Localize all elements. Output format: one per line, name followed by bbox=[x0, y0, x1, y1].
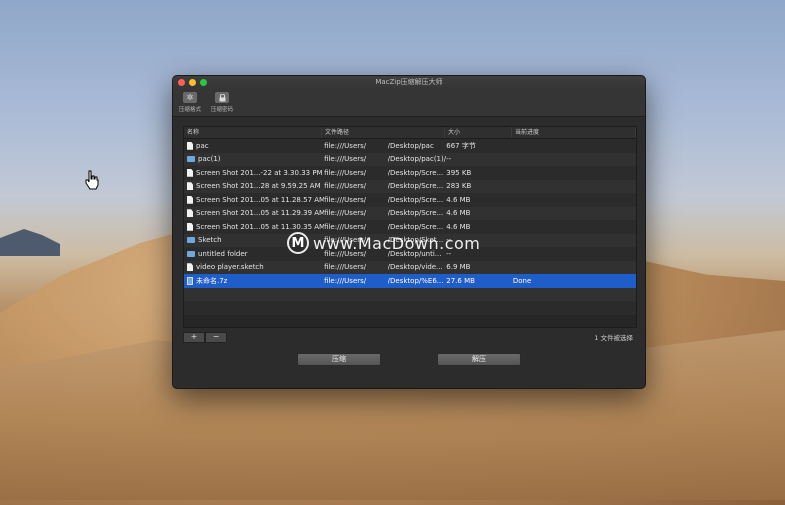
table-row[interactable]: video player.sketch file:///Users/ /Deskto… bbox=[184, 260, 636, 274]
cell-path-prefix: file:///Users/ bbox=[324, 195, 367, 204]
cell-size: 283 KB bbox=[446, 182, 472, 191]
table-row[interactable]: Screen Shot 201...05 at 11.29.39 AM file:… bbox=[184, 206, 636, 220]
document-icon bbox=[187, 182, 193, 191]
file-table: 名称 文件路径 大小 当前进度 pac file:///Users/ /Deskto… bbox=[183, 126, 637, 328]
table-row[interactable]: pac file:///Users/ /Desktop/pac 667 字节 bbox=[184, 139, 636, 153]
watermark-text: www.MacDown.com bbox=[313, 233, 481, 253]
cell-path-prefix: file:///Users/ bbox=[324, 222, 367, 231]
cell-name: Screen Shot 201...05 at 11.30.35 AM bbox=[184, 222, 325, 231]
table-row[interactable]: Screen Shot 201...05 at 11.28.57 AM file:… bbox=[184, 193, 636, 207]
compression-format-button[interactable]: ✲ 压缩格式 bbox=[177, 90, 203, 116]
file-name: Screen Shot 201...-22 at 3.30.33 PM bbox=[196, 168, 323, 177]
selection-count: 1 文件被选择 bbox=[594, 334, 633, 342]
file-name: pac(1) bbox=[198, 155, 221, 164]
cell-name: pac(1) bbox=[184, 155, 324, 163]
cell-size: 4.6 MB bbox=[446, 209, 471, 218]
file-name: Sketch bbox=[198, 236, 222, 245]
cell-path-prefix: file:///Users/ bbox=[324, 141, 367, 150]
cell-name: Screen Shot 201...28 at 9.59.25 AM bbox=[184, 182, 324, 191]
cell-path-prefix: file:///Users/ bbox=[324, 168, 367, 177]
lock-icon bbox=[215, 92, 229, 103]
compression-format-label: 压缩格式 bbox=[178, 107, 201, 113]
file-name: untitled folder bbox=[198, 249, 248, 258]
file-name: Screen Shot 201...05 at 11.30.35 AM bbox=[196, 222, 325, 231]
file-name: pac bbox=[196, 141, 209, 150]
cell-size: 4.6 MB bbox=[446, 222, 471, 231]
archive-icon bbox=[187, 276, 193, 285]
cell-size: 27.6 MB bbox=[446, 276, 475, 285]
folder-icon bbox=[187, 237, 195, 244]
file-name: Screen Shot 201...05 at 11.29.39 AM bbox=[196, 209, 325, 218]
cell-name: Screen Shot 201...05 at 11.29.39 AM bbox=[184, 209, 325, 218]
document-icon bbox=[187, 263, 193, 272]
cell-size: 6.9 MB bbox=[446, 263, 471, 272]
folder-icon bbox=[187, 156, 195, 163]
toolbar: ✲ 压缩格式 压缩密码 bbox=[173, 90, 645, 117]
cell-path-prefix: file:///Users/ bbox=[324, 276, 367, 285]
gear-icon: ✲ bbox=[183, 92, 197, 103]
cell-path: /Desktop/Scre... bbox=[387, 222, 444, 231]
file-name: video player.sketch bbox=[196, 263, 264, 272]
table-row[interactable]: Screen Shot 201...-22 at 3.30.33 PM file:… bbox=[184, 166, 636, 180]
column-header-size[interactable]: 大小 bbox=[445, 127, 512, 138]
window-title: MacZip压缩解压大师 bbox=[375, 78, 443, 86]
document-icon bbox=[187, 195, 193, 204]
remove-button[interactable]: − bbox=[205, 332, 227, 343]
cell-path: /Desktop/Scre... bbox=[387, 195, 444, 204]
column-header-name[interactable]: 名称 bbox=[184, 127, 322, 138]
table-row[interactable]: pac(1) file:///Users/ /Desktop/pac(1)/-- bbox=[184, 152, 636, 166]
cell-path: /Desktop/pac bbox=[387, 141, 434, 150]
document-icon bbox=[187, 209, 193, 218]
cell-path-prefix: file:///Users/ bbox=[324, 263, 367, 272]
table-body: pac file:///Users/ /Desktop/pac 667 字节 pac(1… bbox=[184, 139, 636, 315]
extract-button[interactable]: 解压 bbox=[437, 353, 521, 366]
document-icon bbox=[187, 141, 193, 150]
cell-progress: Done bbox=[512, 276, 532, 285]
empty-row bbox=[184, 287, 636, 301]
table-header: 名称 文件路径 大小 当前进度 bbox=[184, 127, 636, 139]
column-header-path[interactable]: 文件路径 bbox=[322, 127, 445, 138]
folder-icon bbox=[187, 250, 195, 257]
empty-row bbox=[184, 301, 636, 315]
add-button[interactable]: + bbox=[183, 332, 205, 343]
cell-name: Screen Shot 201...05 at 11.28.57 AM bbox=[184, 195, 325, 204]
cell-path: /Desktop/Scre... bbox=[387, 182, 444, 191]
cell-size: 395 KB bbox=[446, 168, 472, 177]
document-icon bbox=[187, 168, 193, 177]
cell-path: /Desktop/Scre... bbox=[387, 168, 444, 177]
cell-path-prefix: file:///Users/ bbox=[324, 182, 367, 191]
table-row[interactable]: 未命名.7z file:///Users/ /Desktop/%E6... 27.6 … bbox=[184, 274, 636, 288]
cell-size: 667 字节 bbox=[446, 141, 476, 150]
watermark-logo: M bbox=[287, 232, 309, 254]
file-name: Screen Shot 201...05 at 11.28.57 AM bbox=[196, 195, 325, 204]
compression-password-label: 压缩密码 bbox=[210, 107, 233, 113]
cell-name: 未命名.7z bbox=[184, 276, 324, 286]
cell-path: /Desktop/pac(1)/ bbox=[387, 155, 447, 164]
watermark: M www.MacDown.com bbox=[287, 232, 480, 254]
column-header-progress[interactable]: 当前进度 bbox=[512, 127, 636, 138]
cell-path: /Desktop/%E6... bbox=[387, 276, 444, 285]
cell-name: pac bbox=[184, 141, 324, 150]
add-remove-control: + − bbox=[183, 332, 227, 343]
cell-path-prefix: file:///Users/ bbox=[324, 209, 367, 218]
compress-button[interactable]: 压缩 bbox=[297, 353, 381, 366]
cell-path-prefix: file:///Users/ bbox=[324, 155, 367, 164]
cell-path: /Desktop/vide... bbox=[387, 263, 443, 272]
cell-name: Screen Shot 201...-22 at 3.30.33 PM bbox=[184, 168, 324, 177]
titlebar[interactable]: MacZip压缩解压大师 bbox=[173, 76, 645, 90]
document-icon bbox=[187, 222, 193, 231]
hand-cursor-icon bbox=[85, 170, 99, 190]
compression-password-button[interactable]: 压缩密码 bbox=[209, 90, 235, 116]
cell-name: video player.sketch bbox=[184, 263, 324, 272]
desktop-mountain bbox=[0, 229, 60, 256]
cell-path: /Desktop/Scre... bbox=[387, 209, 444, 218]
table-row[interactable]: Screen Shot 201...28 at 9.59.25 AM file:/… bbox=[184, 179, 636, 193]
file-name: 未命名.7z bbox=[196, 276, 228, 285]
file-name: Screen Shot 201...28 at 9.59.25 AM bbox=[196, 182, 321, 191]
cell-size: 4.6 MB bbox=[446, 195, 471, 204]
cell-size: -- bbox=[446, 155, 452, 164]
